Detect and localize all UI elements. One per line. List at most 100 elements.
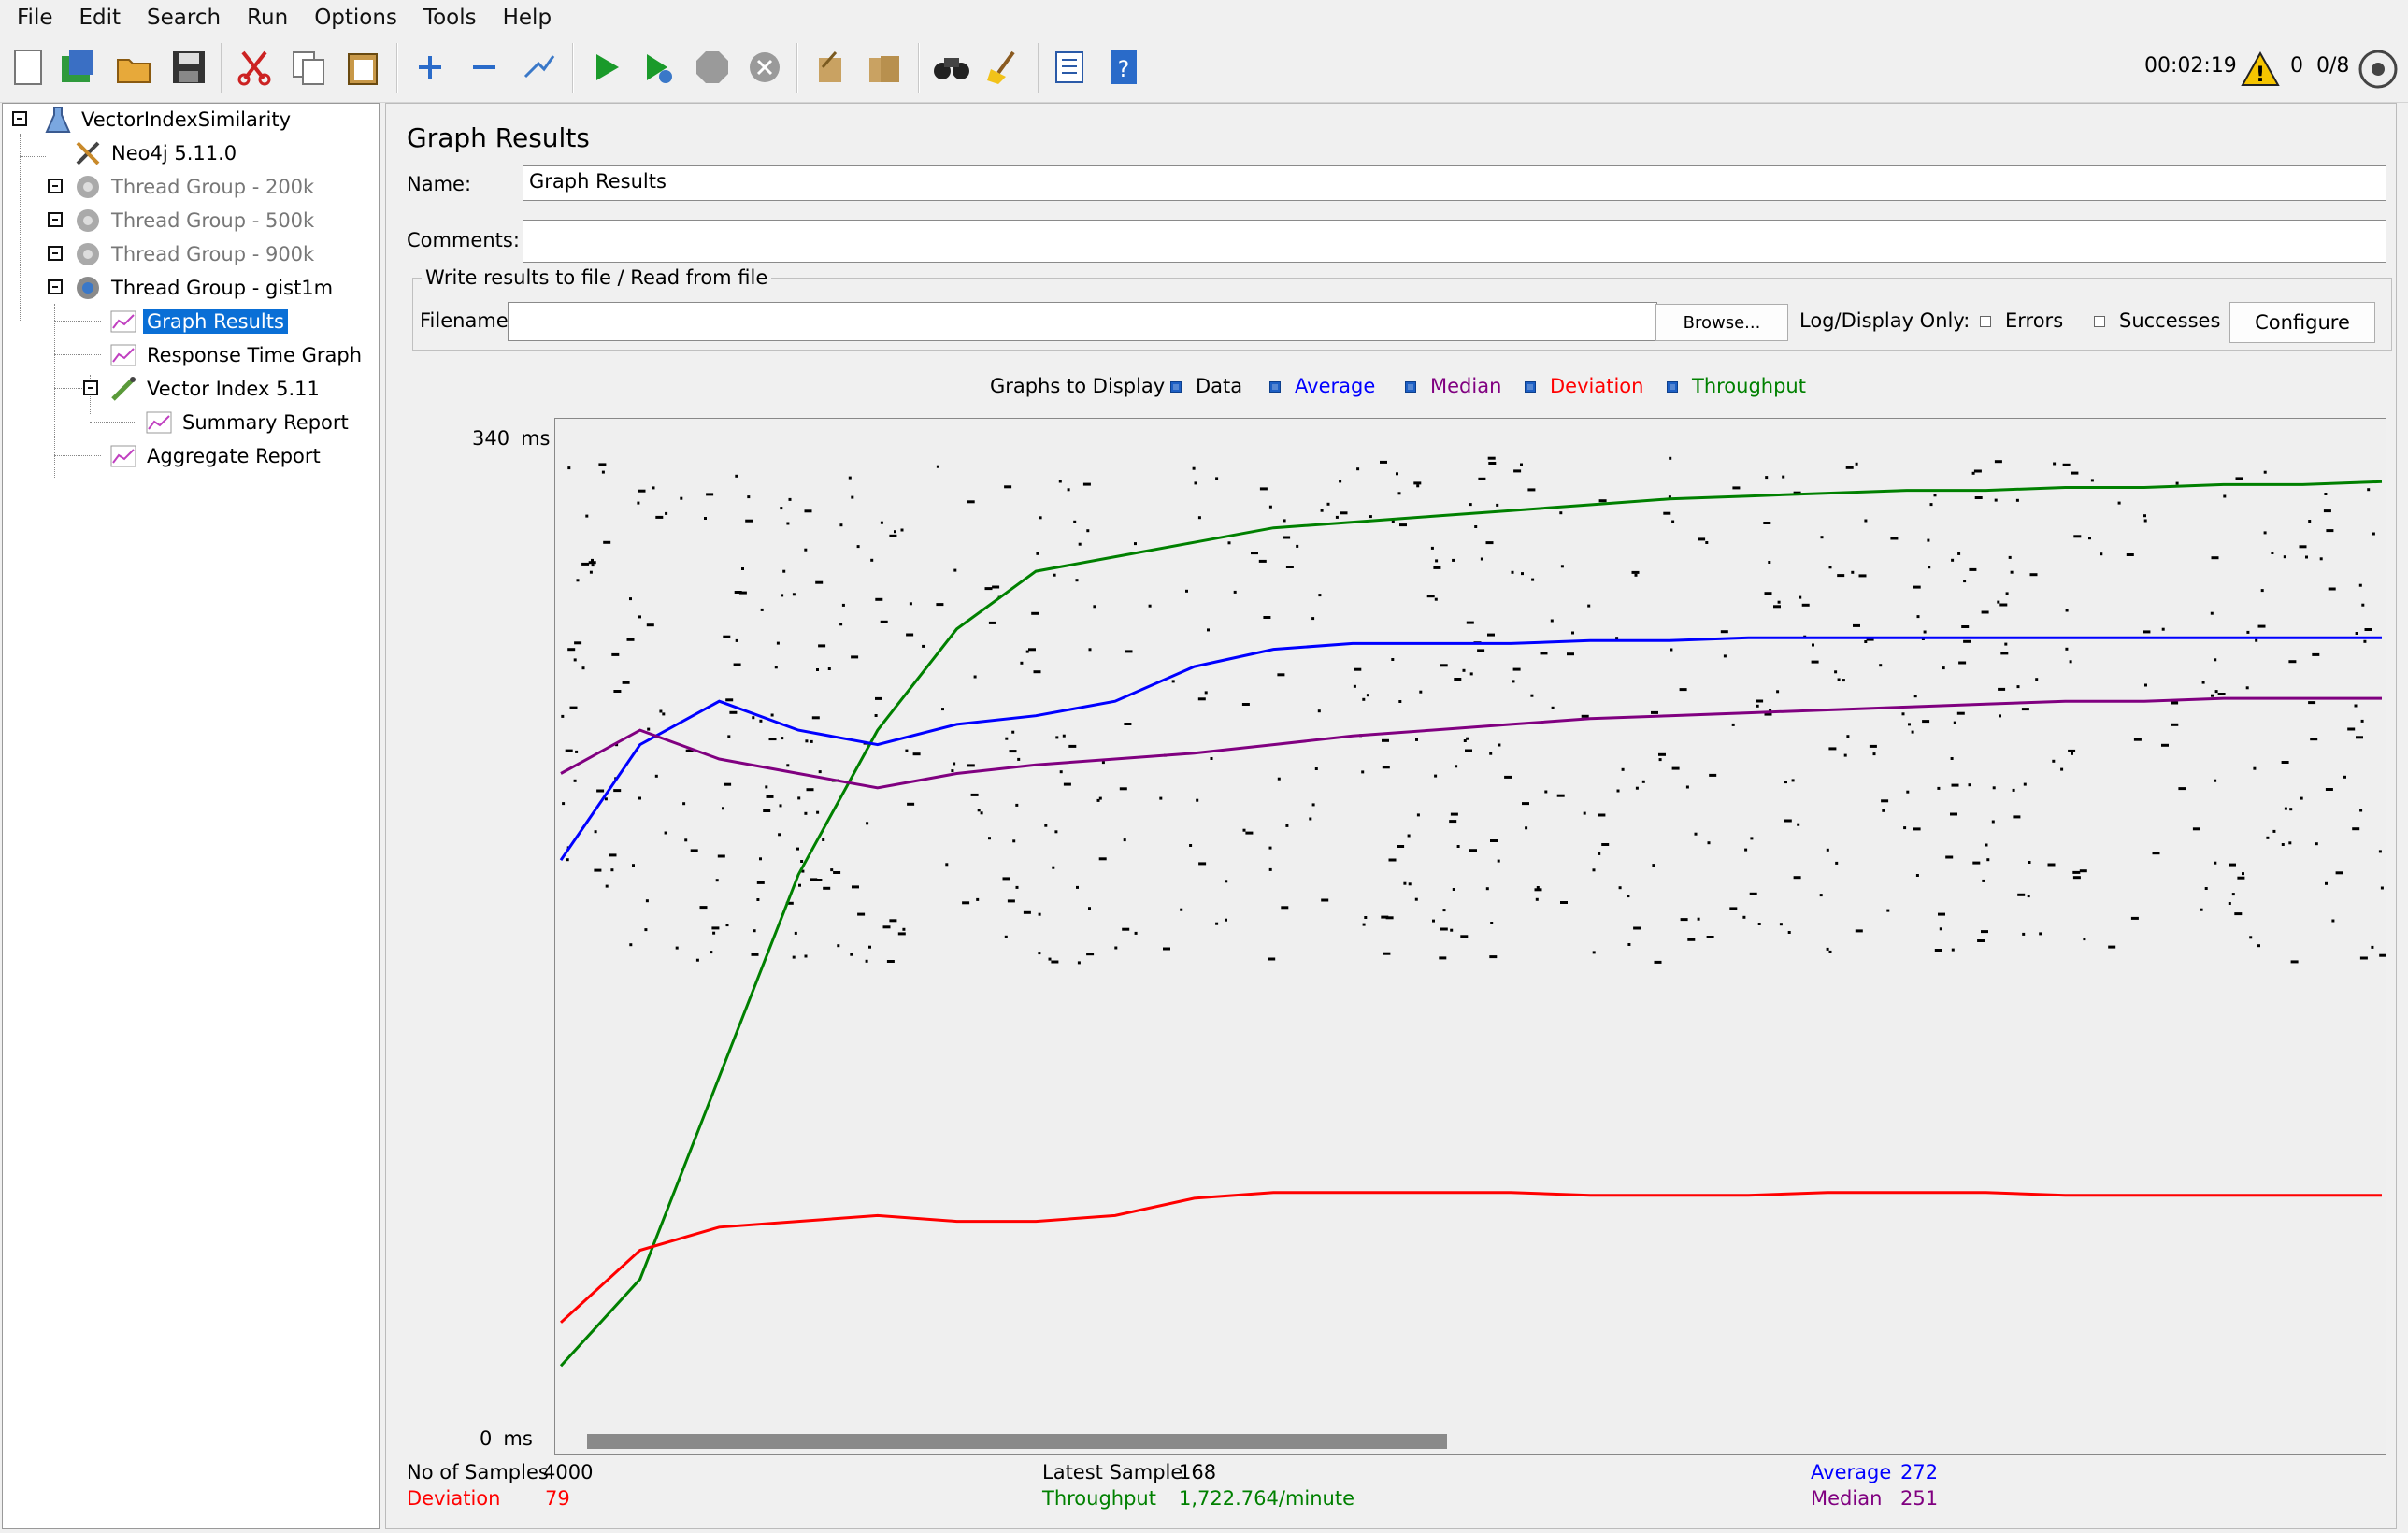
data-point xyxy=(567,466,571,470)
tree-expander-500k[interactable] xyxy=(48,212,63,227)
data-point xyxy=(912,752,921,756)
data-point xyxy=(1369,515,1372,519)
stop-icon[interactable] xyxy=(692,47,733,88)
tree-item-response-time-graph[interactable]: Response Time Graph xyxy=(109,339,366,371)
help-icon[interactable]: ? xyxy=(1103,47,1144,88)
tree-item-label: Thread Group - 200k xyxy=(111,176,315,198)
menu-options[interactable]: Options xyxy=(301,6,410,30)
data-point xyxy=(1450,812,1458,816)
tree-expander-900k[interactable] xyxy=(48,246,63,261)
clear-icon[interactable] xyxy=(810,47,851,88)
start-icon[interactable] xyxy=(585,47,626,88)
data-point xyxy=(818,770,822,774)
tree-expander-200k[interactable] xyxy=(48,179,63,193)
data-point xyxy=(1797,823,1800,826)
tree-item-graph-results[interactable]: Graph Results xyxy=(109,306,288,337)
throughput-stat-label: Throughput xyxy=(1042,1487,1156,1510)
data-point xyxy=(2000,652,2009,655)
graph-scrollbar-thumb[interactable] xyxy=(587,1434,1447,1449)
data-point xyxy=(2068,749,2076,752)
data-point xyxy=(897,932,906,936)
tree-expander-gist1m[interactable] xyxy=(48,279,63,294)
start-no-pause-icon[interactable] xyxy=(638,47,679,88)
expand-icon[interactable] xyxy=(409,47,451,88)
data-point xyxy=(1204,691,1208,695)
data-point xyxy=(774,666,778,669)
throughput-checkbox[interactable] xyxy=(1667,381,1678,393)
templates-icon[interactable] xyxy=(58,47,99,88)
data-point xyxy=(962,901,970,905)
tree-item-thread-group-200k[interactable]: Thread Group - 200k xyxy=(74,171,318,203)
data-point xyxy=(1834,670,1838,674)
data-point xyxy=(654,774,658,778)
menu-tools[interactable]: Tools xyxy=(410,6,490,30)
data-point xyxy=(1750,837,1754,840)
tree-item-vector-index[interactable]: Vector Index 5.11 xyxy=(109,373,323,405)
data-point xyxy=(1972,861,1981,865)
configure-button[interactable]: Configure xyxy=(2229,302,2375,343)
tree-item-root[interactable]: VectorIndexSimilarity xyxy=(44,104,294,136)
tree-item-neo4j[interactable]: Neo4j 5.11.0 xyxy=(74,137,240,169)
data-point xyxy=(1801,603,1810,607)
data-point xyxy=(2347,727,2356,731)
menu-edit[interactable]: Edit xyxy=(66,6,135,30)
tree-item-label: Thread Group - 500k xyxy=(111,209,315,232)
tree-item-thread-group-500k[interactable]: Thread Group - 500k xyxy=(74,205,318,236)
shutdown-icon[interactable] xyxy=(744,47,785,88)
search-icon[interactable] xyxy=(931,47,972,88)
average-checkbox[interactable] xyxy=(1269,381,1281,393)
data-point xyxy=(1017,757,1021,761)
data-point xyxy=(988,837,991,840)
median-checkbox[interactable] xyxy=(1405,381,1416,393)
data-point xyxy=(1687,938,1696,941)
data-point xyxy=(1908,723,1911,726)
paste-icon[interactable] xyxy=(342,47,383,88)
tree-expander-vector-index[interactable] xyxy=(83,380,98,395)
data-point xyxy=(1465,749,1472,752)
data-point xyxy=(585,514,589,518)
successes-checkbox[interactable] xyxy=(2094,316,2105,327)
data-point xyxy=(1258,559,1267,563)
new-icon[interactable] xyxy=(7,47,49,88)
data-point xyxy=(851,655,859,659)
comments-field[interactable] xyxy=(523,220,2386,263)
errors-checkbox[interactable] xyxy=(1980,316,1991,327)
tree-item-thread-group-gist1m[interactable]: Thread Group - gist1m xyxy=(74,272,337,304)
name-field[interactable]: Graph Results xyxy=(523,165,2386,201)
data-point xyxy=(1679,688,1687,692)
deviation-checkbox[interactable] xyxy=(1525,381,1536,393)
tree-expander-root[interactable] xyxy=(12,111,27,126)
function-helper-icon[interactable] xyxy=(1049,47,1090,88)
data-point xyxy=(1426,595,1435,598)
reset-search-icon[interactable] xyxy=(983,47,1025,88)
save-icon[interactable] xyxy=(168,47,209,88)
series-average-line xyxy=(559,636,2382,862)
browse-button[interactable]: Browse... xyxy=(1656,304,1788,341)
clear-all-icon[interactable] xyxy=(864,47,905,88)
toggle-icon[interactable] xyxy=(518,47,559,88)
tree-item-thread-group-900k[interactable]: Thread Group - 900k xyxy=(74,238,318,270)
menu-file[interactable]: File xyxy=(4,6,66,30)
data-point xyxy=(1697,917,1700,921)
data-checkbox[interactable] xyxy=(1170,381,1182,393)
copy-icon[interactable] xyxy=(288,47,329,88)
results-graph-svg xyxy=(559,456,2387,1368)
tree-item-aggregate-report[interactable]: Aggregate Report xyxy=(109,440,324,472)
menu-search[interactable]: Search xyxy=(134,6,234,30)
filename-field[interactable] xyxy=(508,302,1657,341)
tree-item-summary-report[interactable]: Summary Report xyxy=(145,407,352,438)
data-point xyxy=(1974,496,1983,499)
collapse-icon[interactable] xyxy=(464,47,505,88)
warning-icon[interactable]: ! xyxy=(2240,49,2281,90)
data-point xyxy=(1122,927,1130,931)
data-point xyxy=(1923,630,1927,634)
menu-run[interactable]: Run xyxy=(234,6,301,30)
data-point xyxy=(2161,627,2165,631)
data-point xyxy=(1225,880,1228,883)
data-point xyxy=(1992,786,1996,790)
cut-icon[interactable] xyxy=(234,47,275,88)
menu-help[interactable]: Help xyxy=(490,6,565,30)
open-icon[interactable] xyxy=(114,47,155,88)
data-point xyxy=(1999,714,2001,718)
data-point xyxy=(2013,815,2021,819)
